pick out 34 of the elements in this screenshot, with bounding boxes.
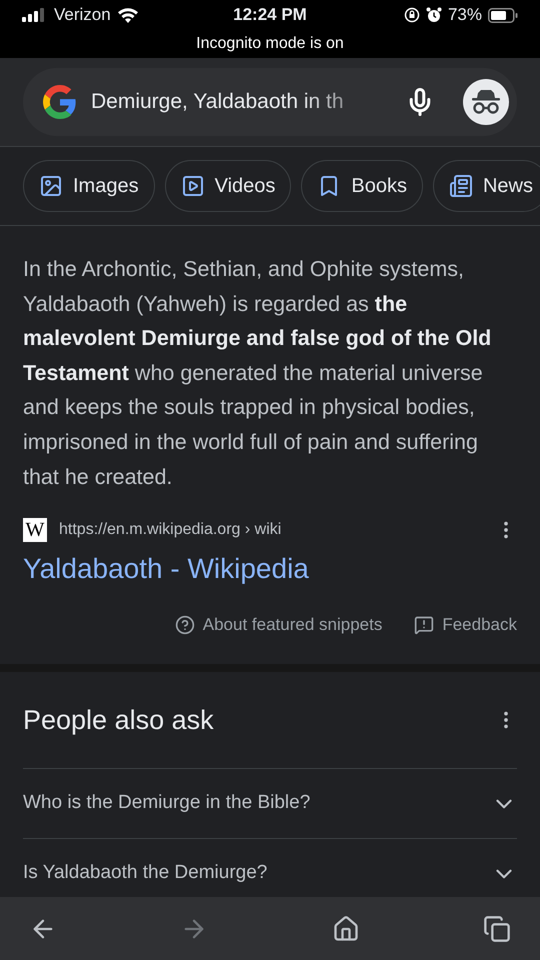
incognito-icon — [469, 89, 503, 115]
alarm-icon — [426, 7, 442, 23]
result-title-link[interactable]: Yaldabaoth - Wikipedia — [23, 548, 517, 590]
incognito-mode-label: Incognito mode is on — [196, 34, 344, 54]
filter-chip[interactable]: News — [432, 160, 540, 212]
about-snippets-button[interactable]: About featured snippets — [174, 612, 382, 638]
newspaper-icon — [448, 174, 473, 198]
battery-icon — [488, 8, 518, 22]
search-query: Demiurge, Yaldabaoth in th — [91, 89, 345, 116]
feedback-icon — [414, 614, 434, 635]
wikipedia-favicon: W — [23, 518, 47, 542]
question-row[interactable]: Who is the Demiurge in the Bible? — [23, 768, 517, 838]
section-heading: People also ask — [23, 704, 214, 737]
home-icon — [332, 914, 360, 942]
wifi-icon — [116, 7, 139, 23]
incognito-avatar[interactable] — [463, 79, 509, 125]
clock-time: 12:24 PM — [232, 4, 308, 26]
help-icon — [174, 614, 195, 635]
question-text: Who is the Demiurge in the Bible? — [23, 791, 310, 816]
play-icon — [180, 174, 205, 198]
filter-chip[interactable]: Videos — [164, 160, 292, 212]
filter-chip[interactable]: Images — [23, 160, 155, 212]
battery-percent: 73% — [448, 4, 482, 26]
question-text: Is Yaldabaoth the Demiurge? — [23, 861, 268, 886]
search-bar[interactable]: Demiurge, Yaldabaoth in th — [23, 68, 517, 136]
rotation-lock-icon — [404, 7, 420, 23]
tabs-icon — [482, 914, 511, 942]
feedback-button[interactable]: Feedback — [414, 612, 517, 638]
snippet-text: In the Archontic, Sethian, and Ophite systems, Yaldabaoth (Yahweh) is regarded as the malevolent Demiurge and false god of the Old Testament who generated the material universe and keeps the souls trapped in physical bodies, imprisoned in the world full of pain and suffering that he created. — [23, 256, 492, 491]
filter-chip[interactable]: Books — [301, 160, 423, 212]
result-url: https://en.m.wikipedia.org › wiki — [59, 520, 282, 540]
carrier-name: Verizon — [54, 4, 111, 26]
google-logo-icon — [43, 85, 77, 119]
image-icon — [39, 174, 63, 198]
